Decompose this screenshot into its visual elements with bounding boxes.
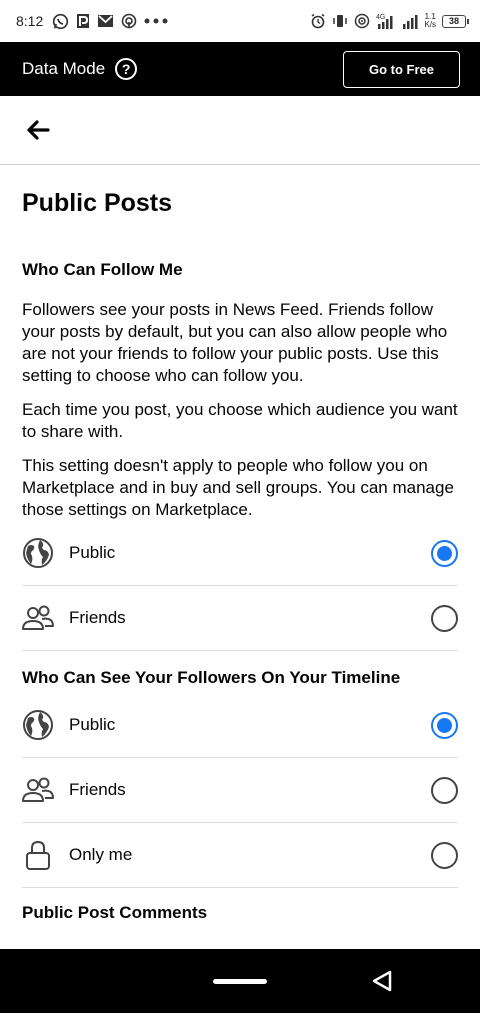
radio-button-selected[interactable] xyxy=(431,539,458,567)
option-label: Public xyxy=(69,715,116,734)
status-bar: 8:12 4G 1.1 K/s 38 xyxy=(0,0,480,42)
friends-icon xyxy=(22,602,54,634)
audience-description: Each time you post, you choose which aud… xyxy=(22,400,458,441)
status-left: 8:12 xyxy=(16,13,168,30)
radio-button-selected[interactable] xyxy=(431,711,458,739)
option-label: Public xyxy=(69,543,116,562)
more-notifications-icon xyxy=(144,18,168,24)
status-right: 4G 1.1 K/s 38 xyxy=(310,12,469,30)
follow-option-friends[interactable]: Friends xyxy=(22,586,458,651)
data-mode-bar: Data Mode ? Go to Free xyxy=(0,42,480,96)
back-arrow-icon[interactable] xyxy=(24,116,52,144)
wifi-icon xyxy=(354,13,370,29)
go-to-free-button[interactable]: Go to Free xyxy=(343,50,460,88)
system-nav-bar xyxy=(0,949,480,1013)
option-label: Only me xyxy=(69,845,133,864)
p-app-icon xyxy=(76,13,90,29)
home-pill-icon[interactable] xyxy=(213,979,267,984)
option-label: Friends xyxy=(69,608,126,627)
visibility-option-only-me[interactable]: Only me xyxy=(22,823,458,888)
gmail-icon xyxy=(97,14,114,28)
battery-level: 38 xyxy=(448,16,459,26)
follow-options: Public Friends xyxy=(22,521,458,651)
public-post-comments-heading: Public Post Comments xyxy=(22,903,208,922)
option-label: Friends xyxy=(69,780,126,799)
status-time: 8:12 xyxy=(16,13,44,29)
alarm-icon xyxy=(310,13,326,29)
visibility-option-friends[interactable]: Friends xyxy=(22,758,458,823)
visibility-option-public[interactable]: Public xyxy=(22,693,458,758)
friends-icon xyxy=(22,774,54,806)
radio-button[interactable] xyxy=(431,776,458,804)
net-speed-unit: K/s xyxy=(424,20,436,29)
svg-text:4G: 4G xyxy=(376,14,385,21)
globe-icon xyxy=(22,537,54,569)
globe-icon xyxy=(22,709,54,741)
data-mode-label: Data Mode xyxy=(22,59,106,78)
settings-content: Public Posts Who Can Follow Me Followers… xyxy=(0,166,480,949)
follow-description: Followers see your posts in News Feed. F… xyxy=(22,300,448,385)
who-can-follow-heading: Who Can Follow Me xyxy=(22,260,183,279)
vibrate-icon xyxy=(332,13,348,29)
lock-icon xyxy=(22,839,54,871)
signal-4g-icon: 4G xyxy=(376,12,396,30)
nav-header xyxy=(0,96,480,165)
follow-option-public[interactable]: Public xyxy=(22,521,458,586)
radio-button[interactable] xyxy=(431,604,458,632)
marketplace-description: This setting doesn't apply to people who… xyxy=(22,456,454,519)
help-icon[interactable]: ? xyxy=(115,58,138,80)
hotspot-icon xyxy=(121,13,137,29)
whatsapp-icon xyxy=(52,13,69,30)
battery-icon: 38 xyxy=(442,14,469,28)
net-speed: 1.1 K/s xyxy=(424,13,436,29)
followers-visibility-heading: Who Can See Your Followers On Your Timel… xyxy=(22,668,401,687)
page-title: Public Posts xyxy=(22,189,173,217)
radio-button[interactable] xyxy=(431,841,458,869)
followers-visibility-options: Public Friends Only me xyxy=(22,693,458,888)
system-back-icon[interactable] xyxy=(370,969,394,998)
signal-icon xyxy=(402,13,418,29)
